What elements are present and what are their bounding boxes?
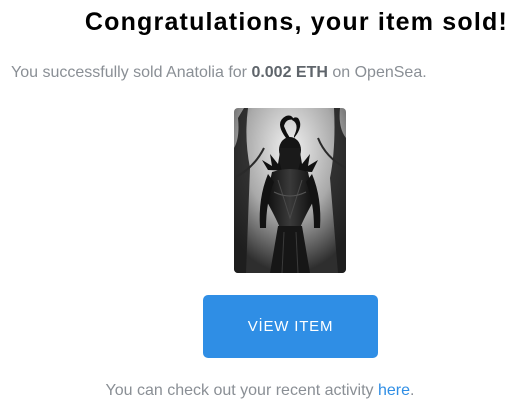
view-item-button[interactable]: VİEW ITEM bbox=[203, 295, 378, 358]
sale-summary-prefix: You successfully sold Anatolia for bbox=[11, 64, 252, 81]
sale-price: 0.002 ETH bbox=[251, 64, 328, 81]
sale-summary: You successfully sold Anatolia for 0.002… bbox=[11, 64, 511, 82]
nft-image bbox=[234, 108, 346, 273]
page-title: Congratulations, your item sold! bbox=[84, 8, 508, 36]
activity-note: You can check out your recent activity h… bbox=[0, 382, 520, 400]
activity-note-prefix: You can check out your recent activity bbox=[105, 382, 378, 399]
sale-notification-email: Congratulations, your item sold! You suc… bbox=[0, 0, 520, 412]
activity-note-suffix: . bbox=[410, 382, 415, 399]
activity-here-link[interactable]: here bbox=[378, 382, 410, 399]
sale-summary-suffix: on OpenSea. bbox=[327, 64, 427, 81]
